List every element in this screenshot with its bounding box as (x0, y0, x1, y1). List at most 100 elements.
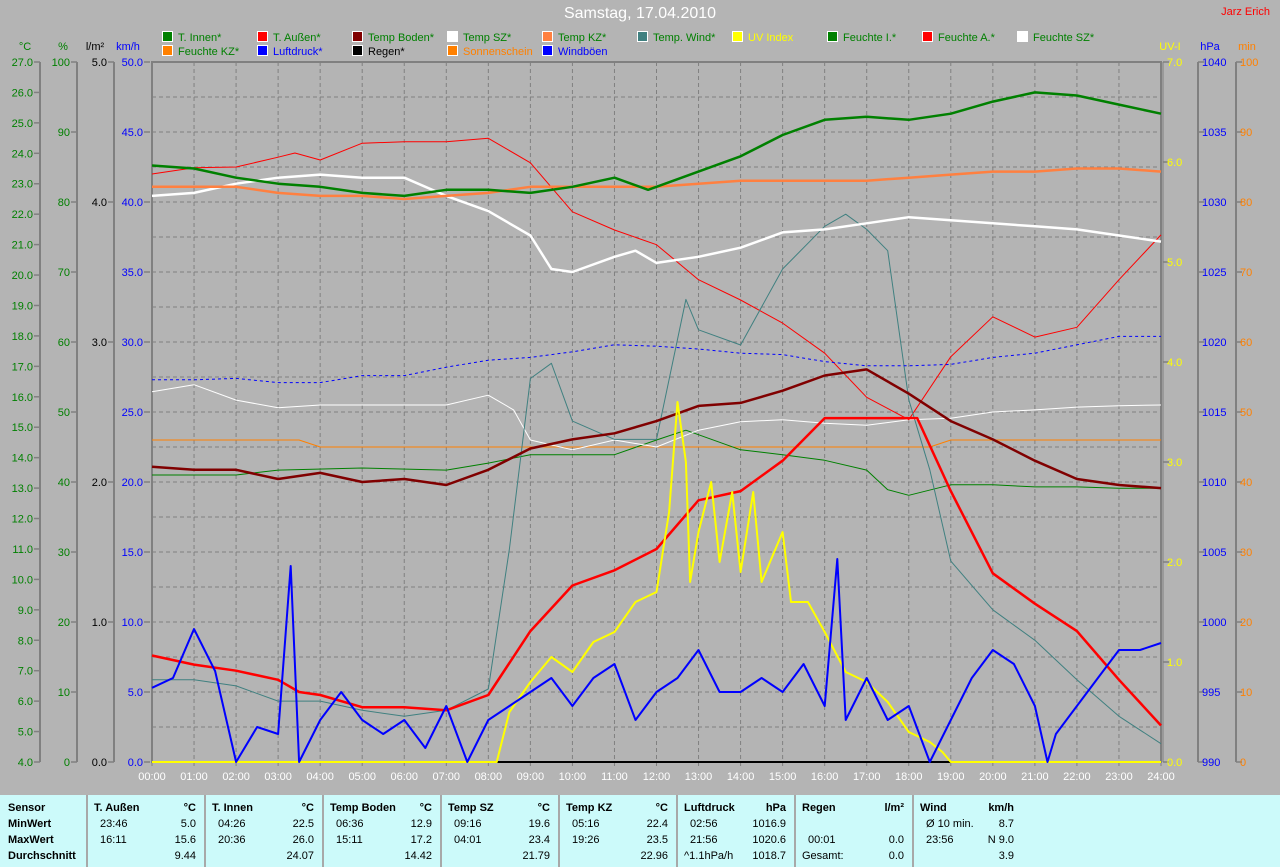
uv-tick-label: 6.0 (1167, 157, 1182, 169)
average-value: 22.96 (640, 850, 668, 862)
hpa-tick-label: 1010 (1202, 477, 1226, 489)
temp-tick-label: 17.0 (12, 361, 33, 373)
row-label: Sensor (8, 802, 46, 814)
temp-axis-unit: °C (19, 41, 31, 53)
x-tick-label: 12:00 (643, 771, 671, 783)
temp-tick-label: 24.0 (12, 148, 33, 160)
uv-tick-label: 2.0 (1167, 557, 1182, 569)
temp-tick-label: 23.0 (12, 179, 33, 191)
weather-chart: °C 4.0 5.0 6.0 7.0 8.0 9.0 10.0 11.0 12.0 13.0 14.0… (12, 41, 1259, 783)
column-unit: °C (537, 802, 550, 814)
x-tick-label: 24:00 (1147, 771, 1175, 783)
min-tick-label: 0 (1240, 757, 1246, 769)
kmh-axis-unit: km/h (116, 41, 140, 53)
temp-tick-label: 19.0 (12, 300, 33, 312)
kmh-tick-label: 35.0 (122, 267, 143, 279)
min-value: 22.4 (646, 818, 668, 830)
column-unit: °C (301, 802, 314, 814)
hum-tick-label: 50 (58, 407, 70, 419)
x-tick-label: 17:00 (853, 771, 881, 783)
temp-tick-label: 10.0 (12, 574, 33, 586)
hum-tick-label: 40 (58, 477, 70, 489)
temp-tick-label: 11.0 (12, 544, 33, 556)
column-unit: km/h (988, 802, 1014, 814)
min-value: 19.6 (528, 818, 550, 830)
x-tick-label: 08:00 (475, 771, 503, 783)
uv-tick-label: 5.0 (1167, 257, 1182, 269)
hum-tick-label: 10 (58, 687, 70, 699)
statistics-table: Sensor MinWert MaxWert Durchschnitt T. Außen… (0, 795, 1280, 867)
hum-tick-label: 20 (58, 617, 70, 629)
hum-tick-label: 0 (64, 757, 70, 769)
x-tick-label: 06:00 (390, 771, 418, 783)
uv-tick-label: 7.0 (1167, 57, 1182, 69)
stats-column: Temp KZ °C 05:16 22.4 19:26 23.5 22.96 (560, 795, 678, 867)
x-tick-label: 11:00 (601, 771, 628, 783)
rain-tick-label: 0.0 (92, 757, 107, 769)
column-unit: hPa (765, 802, 786, 814)
max-value: 23.4 (528, 834, 550, 846)
stats-column: Wind km/h Ø 10 min. 8.7 23:56 N 9.0 3.9 (914, 795, 1022, 867)
kmh-tick-label: 0.0 (128, 757, 143, 769)
min-value: 12.9 (410, 818, 432, 830)
average-value: 1018.7 (752, 850, 786, 862)
x-tick-label: 21:00 (1021, 771, 1049, 783)
stats-column: T. Innen °C 04:26 22.5 20:36 26.0 24.07 (206, 795, 324, 867)
min-tick-label: 100 (1240, 57, 1258, 69)
column-unit: °C (419, 802, 432, 814)
kmh-tick-label: 40.0 (122, 197, 143, 209)
temp-tick-label: 6.0 (18, 696, 33, 708)
temp-tick-label: 18.0 (12, 331, 33, 343)
temp-tick-label: 7.0 (18, 666, 33, 678)
hpa-tick-label: 1020 (1202, 337, 1226, 349)
kmh-tick-label: 30.0 (122, 337, 143, 349)
min-tick-label: 70 (1240, 267, 1252, 279)
column-unit: l/m² (884, 802, 904, 814)
min-tick-label: 50 (1240, 407, 1252, 419)
rain-tick-label: 4.0 (92, 197, 107, 209)
x-tick-label: 05:00 (348, 771, 376, 783)
max-value: 17.2 (410, 834, 432, 846)
average-value: 3.9 (998, 850, 1014, 862)
hum-axis-unit: % (58, 41, 68, 53)
stats-column: Temp SZ °C 09:16 19.6 04:01 23.4 21.79 (442, 795, 560, 867)
uv-tick-label: 4.0 (1167, 357, 1182, 369)
temp-tick-label: 15.0 (12, 422, 33, 434)
hpa-tick-label: 1035 (1202, 127, 1226, 139)
x-tick-label: 15:00 (769, 771, 797, 783)
stats-column: Luftdruck hPa 02:56 1016.9 21:56 1020.6 ^1.1hP… (678, 795, 796, 867)
min-tick-label: 20 (1240, 617, 1252, 629)
hpa-tick-label: 990 (1202, 757, 1220, 769)
uv-axis-unit: UV-I (1159, 41, 1180, 53)
temp-tick-label: 14.0 (12, 453, 33, 465)
row-label: Durchschnitt (8, 850, 76, 862)
temp-tick-label: 26.0 (12, 87, 33, 99)
hum-tick-label: 80 (58, 197, 70, 209)
min-tick-label: 80 (1240, 197, 1252, 209)
temp-tick-label: 13.0 (12, 483, 33, 495)
rain-tick-label: 5.0 (92, 57, 107, 69)
kmh-tick-label: 20.0 (122, 477, 143, 489)
min-tick-label: 40 (1240, 477, 1252, 489)
kmh-tick-label: 10.0 (122, 617, 143, 629)
row-label: MaxWert (8, 834, 54, 846)
min-tick-label: 90 (1240, 127, 1252, 139)
stats-column: Temp Boden °C 06:36 12.9 15:11 17.2 14.42 (324, 795, 442, 867)
hum-tick-label: 100 (52, 57, 70, 69)
hum-tick-label: 30 (58, 547, 70, 559)
kmh-tick-label: 15.0 (122, 547, 143, 559)
min-value: 5.0 (180, 818, 196, 830)
max-value: N 9.0 (987, 834, 1014, 846)
rain-tick-label: 3.0 (92, 337, 107, 349)
uv-tick-label: 0.0 (1167, 757, 1182, 769)
x-tick-label: 22:00 (1063, 771, 1091, 783)
average-value: 0.0 (888, 850, 904, 862)
x-tick-label: 20:00 (979, 771, 1007, 783)
rain-axis-unit: l/m² (86, 41, 105, 53)
hpa-axis-unit: hPa (1200, 41, 1220, 53)
average-value: 14.42 (404, 850, 432, 862)
hum-tick-label: 70 (58, 267, 70, 279)
x-tick-label: 13:00 (685, 771, 713, 783)
temp-tick-label: 27.0 (12, 57, 33, 69)
x-tick-label: 01:00 (180, 771, 208, 783)
